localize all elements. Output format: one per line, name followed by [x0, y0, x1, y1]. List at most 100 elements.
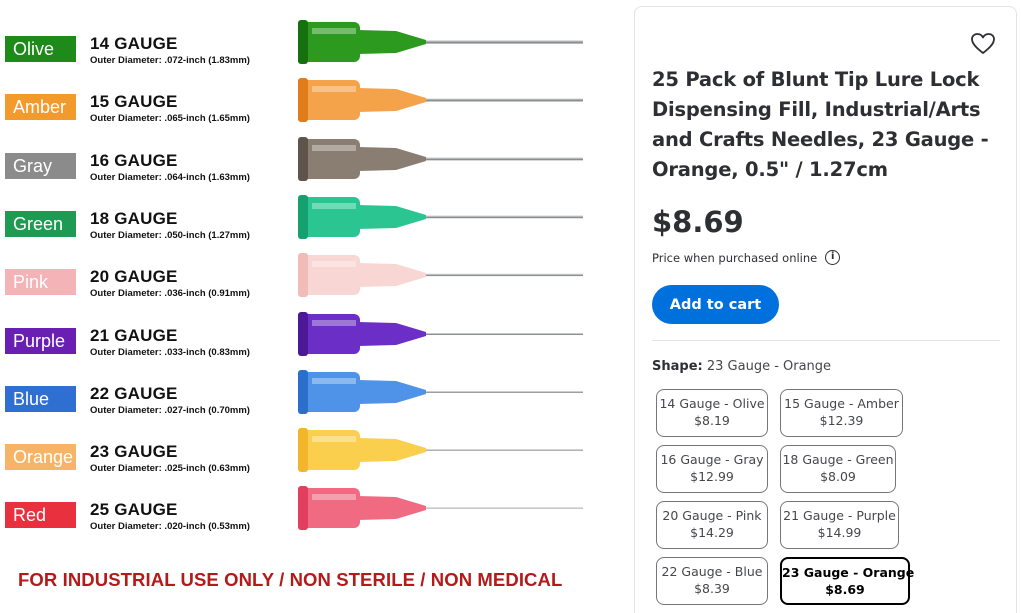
needle-shaft-highlight — [418, 215, 583, 217]
variant-option[interactable]: 20 Gauge - Pink $14.29 — [656, 501, 768, 549]
product-image: Olive 14 GAUGE Outer Diameter: .072-inch (… — [0, 0, 620, 613]
needle-shaft-highlight — [418, 40, 583, 42]
divider — [652, 340, 1000, 341]
variant-name: 20 Gauge - Pink — [662, 508, 762, 523]
needle-illustration — [298, 136, 583, 181]
needle-hub-highlight — [312, 261, 356, 268]
gauge-label: 20 GAUGE — [90, 267, 178, 287]
variant-price: $12.99 — [690, 469, 734, 484]
needle-shaft-highlight — [418, 274, 583, 275]
needle-hub-highlight — [312, 86, 356, 93]
needle-row: Red 25 GAUGE Outer Diameter: .020-inch (0.… — [0, 486, 600, 554]
needle-hub-cone — [358, 379, 426, 404]
variant-option[interactable]: 22 Gauge - Blue $8.39 — [656, 557, 768, 605]
color-tag: Red — [5, 502, 76, 529]
color-tag: Green — [5, 210, 76, 237]
disclaimer-text: FOR INDUSTRIAL USE ONLY / NON STERILE / … — [18, 569, 563, 590]
needle-hub-cone — [358, 438, 426, 463]
needle-hub-rim — [298, 194, 308, 239]
needle-hub-cone — [358, 321, 426, 346]
variant-price: $8.19 — [694, 413, 730, 428]
needle-shaft-highlight — [418, 98, 583, 100]
variant-name: 14 Gauge - Olive — [659, 396, 765, 411]
outer-diameter-label: Outer Diameter: .065-inch (1.65mm) — [90, 113, 250, 125]
needle-hub-cone — [358, 30, 426, 54]
outer-diameter-label: Outer Diameter: .027-inch (0.70mm) — [90, 404, 250, 416]
variant-price: $14.29 — [690, 525, 734, 540]
shape-value: 23 Gauge - Orange — [706, 359, 832, 374]
needle-shaft-highlight — [418, 157, 583, 159]
needle-hub-highlight — [312, 436, 356, 443]
variant-price: $8.09 — [820, 469, 856, 484]
needle-shaft-highlight — [418, 507, 583, 509]
gauge-label: 15 GAUGE — [90, 92, 178, 112]
outer-diameter-label: Outer Diameter: .064-inch (1.63mm) — [90, 171, 250, 183]
needle-hub-rim — [298, 136, 308, 181]
variant-price: $8.69 — [825, 582, 865, 597]
color-tag: Purple — [5, 327, 76, 354]
outer-diameter-label: Outer Diameter: .050-inch (1.27mm) — [90, 229, 250, 241]
needle-hub-rim — [298, 78, 308, 123]
needle-hub-highlight — [312, 28, 356, 34]
needle-hub-rim — [298, 428, 308, 473]
gauge-label: 18 GAUGE — [90, 208, 178, 228]
needle-hub-cone — [358, 204, 426, 229]
variant-price: $8.39 — [694, 581, 730, 596]
needle-hub-highlight — [312, 377, 356, 384]
outer-diameter-label: Outer Diameter: .036-inch (0.91mm) — [90, 288, 250, 300]
variant-option[interactable]: 18 Gauge - Green $8.09 — [780, 445, 896, 493]
price-note: Price when purchased online i — [652, 250, 841, 265]
color-tag: Olive — [5, 36, 76, 62]
color-tag: Amber — [5, 94, 76, 121]
add-to-cart-button[interactable]: Add to cart — [652, 285, 779, 324]
needle-hub-highlight — [312, 144, 356, 151]
color-tag: Gray — [5, 152, 76, 179]
variant-name: 23 Gauge - Orange — [782, 565, 915, 580]
variant-name: 16 Gauge - Gray — [660, 452, 764, 467]
needle-illustration — [298, 311, 583, 356]
shape-label: Shape: — [652, 359, 703, 374]
heart-icon[interactable] — [970, 32, 996, 56]
needle-shaft-highlight — [418, 390, 583, 392]
color-tag: Pink — [5, 269, 76, 296]
needle-illustration — [298, 486, 583, 531]
gauge-label: 25 GAUGE — [90, 500, 178, 520]
variant-name: 22 Gauge - Blue — [661, 564, 763, 579]
needle-hub-highlight — [312, 494, 356, 501]
gauge-label: 21 GAUGE — [90, 325, 178, 345]
product-card: 25 Pack of Blunt Tip Lure Lock Dispensin… — [634, 6, 1017, 613]
variant-option[interactable]: 23 Gauge - Orange $8.69 — [780, 557, 915, 605]
needle-illustration — [298, 78, 583, 123]
needle-hub-rim — [298, 369, 308, 414]
variant-price: $12.39 — [819, 413, 864, 428]
product-price: $8.69 — [652, 205, 744, 239]
variant-name: 15 Gauge - Amber — [784, 396, 899, 411]
variant-option[interactable]: 21 Gauge - Purple $14.99 — [780, 501, 899, 549]
color-tag: Blue — [5, 385, 76, 412]
color-tag: Orange — [5, 444, 76, 471]
info-icon[interactable]: i — [825, 250, 841, 265]
outer-diameter-label: Outer Diameter: .072-inch (1.83mm) — [90, 55, 250, 66]
gauge-label: 22 GAUGE — [90, 383, 178, 403]
needle-illustration — [298, 428, 583, 473]
gauge-label: 23 GAUGE — [90, 442, 178, 462]
needle-hub-highlight — [312, 319, 356, 326]
variant-option[interactable]: 15 Gauge - Amber $12.39 — [780, 389, 903, 437]
needle-hub-highlight — [312, 202, 356, 209]
needle-hub-rim — [298, 20, 308, 64]
needle-illustration — [298, 194, 583, 239]
needle-illustration — [298, 369, 583, 414]
variant-price: $14.99 — [817, 525, 862, 540]
outer-diameter-label: Outer Diameter: .025-inch (0.63mm) — [90, 463, 250, 475]
gauge-label: 16 GAUGE — [90, 150, 178, 170]
shape-selector-label: Shape: 23 Gauge - Orange — [652, 359, 831, 374]
needle-hub-cone — [358, 146, 426, 171]
variant-option[interactable]: 16 Gauge - Gray $12.99 — [656, 445, 768, 493]
needle-hub-cone — [358, 263, 426, 288]
gauge-label: 14 GAUGE — [90, 34, 178, 53]
variant-name: 18 Gauge - Green — [782, 452, 894, 467]
variant-option[interactable]: 14 Gauge - Olive $8.19 — [656, 389, 768, 437]
needle-hub-cone — [358, 496, 426, 521]
needle-illustration — [298, 253, 583, 298]
needle-hub-rim — [298, 253, 308, 298]
